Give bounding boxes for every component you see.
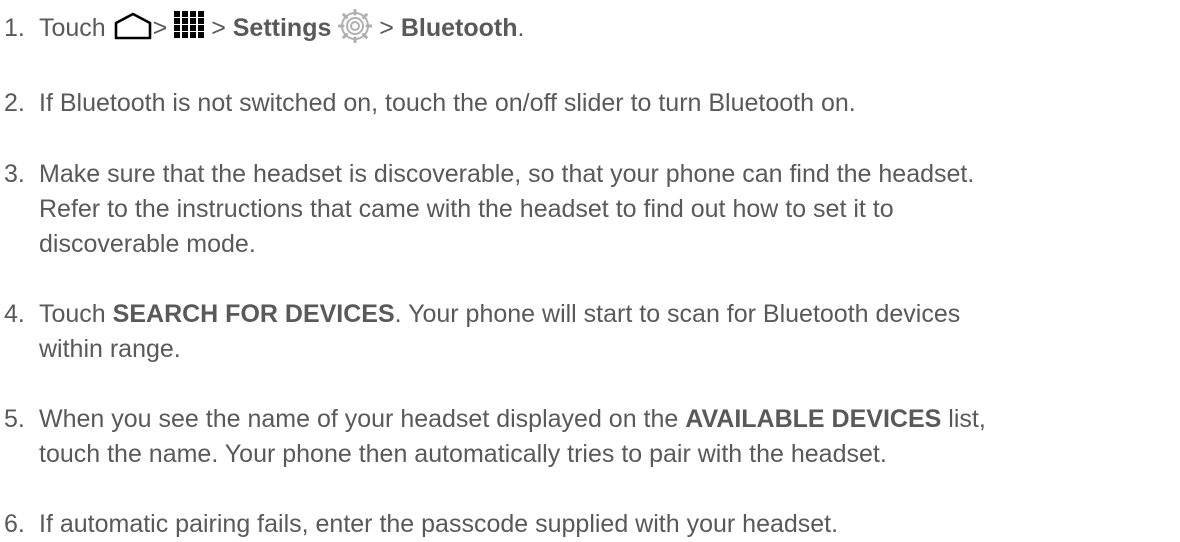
step-text-run: list, [941,405,986,433]
step-text-run: Touch [39,300,113,328]
step-text: When you see the name of your headset di… [39,402,986,472]
step-text-line: If automatic pairing fails, enter the pa… [39,510,839,538]
step-number: 3. [4,160,25,188]
step-text: If automatic pairing fails, enter the pa… [39,507,838,542]
step-text-line: Make sure that the headset is discoverab… [39,160,975,188]
step-text-line: When you see the name of your headset di… [39,402,986,437]
apps-grid-icon [174,11,205,39]
instruction-document: 1. Touch > > Settings > Bluetooth. 2. If… [0,0,1180,542]
step-text-line: within range. [39,335,181,363]
step-text-run: . [517,14,525,42]
step-text-run: . Your phone will start to scan for Blue… [394,300,961,328]
step-text-run: When you see the name of your headset di… [39,405,686,433]
step-text-run: Touch [39,14,106,42]
step-text-line: If Bluetooth is not switched on, touch t… [39,89,856,117]
step-number: 2. [4,89,25,117]
step-text-line: touch the name. Your phone then automati… [39,440,887,468]
step-number: 1. [4,14,25,42]
settings-label: Settings [232,14,332,42]
step-number: 4. [4,300,25,328]
step-text: Touch > > Settings > Bluetooth. [39,9,525,46]
step-text-line: discoverable mode. [39,230,256,258]
separator: > [379,14,394,42]
step-text-line: Touch SEARCH FOR DEVICES. Your phone wil… [39,297,960,332]
step-number: 6. [4,510,25,538]
bluetooth-label: Bluetooth [400,14,518,42]
settings-gear-icon [338,9,373,44]
step-number: 5. [4,405,25,433]
available-devices-label: AVAILABLE DEVICES [685,405,942,433]
step-text: Touch SEARCH FOR DEVICES. Your phone wil… [39,297,960,367]
separator: > [152,14,168,42]
step-text-line: Refer to the instructions that came with… [39,195,894,223]
step-text: If Bluetooth is not switched on, touch t… [39,86,856,121]
step-text: Make sure that the headset is discoverab… [39,157,974,262]
home-icon [113,12,153,40]
separator: > [211,14,226,42]
search-for-devices-label: SEARCH FOR DEVICES [112,300,395,328]
